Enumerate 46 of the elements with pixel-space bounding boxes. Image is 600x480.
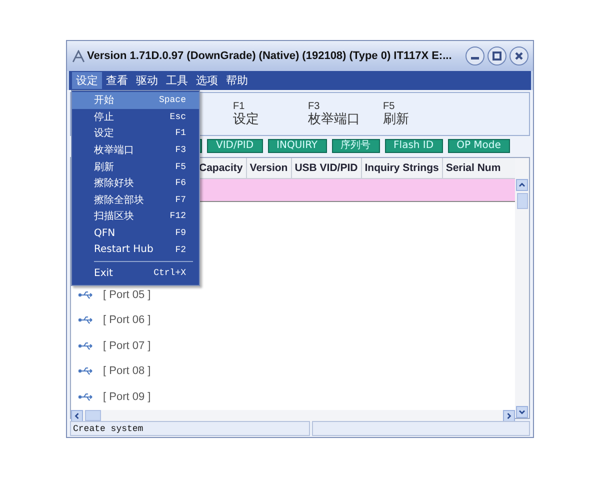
port-label: [ Port 06 ] bbox=[103, 314, 151, 326]
menu-item[interactable]: 开始 Space bbox=[72, 92, 199, 109]
minimize-button[interactable] bbox=[465, 46, 485, 66]
scroll-thumb[interactable] bbox=[516, 193, 528, 209]
menu-item[interactable]: Restart Hub F2 bbox=[72, 241, 199, 258]
toolbar-button[interactable]: F3 枚举端口 bbox=[308, 100, 383, 128]
column-header[interactable]: Version bbox=[246, 158, 291, 178]
menu-item[interactable]: 设定 F1 bbox=[72, 125, 199, 142]
scroll-right-icon[interactable] bbox=[503, 410, 515, 422]
scroll-up-icon[interactable] bbox=[516, 179, 528, 191]
scroll-left-icon[interactable] bbox=[71, 410, 83, 422]
toolbar-button[interactable]: F1 设定 bbox=[233, 100, 308, 128]
usb-icon bbox=[78, 290, 94, 300]
vertical-scrollbar[interactable] bbox=[515, 158, 529, 418]
port-label: [ Port 08 ] bbox=[103, 365, 151, 378]
menu-item[interactable]: QFN F9 bbox=[72, 224, 199, 242]
scroll-down-icon[interactable] bbox=[516, 406, 528, 418]
window-title: Version 1.71D.0.97 (DownGrade) (Native) (192108) (Type 0) IT117X E:... bbox=[87, 50, 453, 62]
usb-icon bbox=[78, 340, 94, 351]
menu-item[interactable]: 停止 Esc bbox=[72, 108, 199, 126]
menu-item[interactable]: 设定 bbox=[72, 72, 102, 89]
app-icon bbox=[72, 50, 85, 62]
menu-item[interactable]: Exit Ctrl+X bbox=[72, 264, 199, 282]
port-label: [ Port 05 ] bbox=[103, 288, 151, 301]
toolbar-button[interactable]: F5 刷新 bbox=[383, 100, 458, 128]
menu-item[interactable]: 查看 bbox=[102, 72, 132, 89]
usb-icon bbox=[78, 315, 94, 326]
column-header[interactable]: Serial Num bbox=[442, 158, 504, 178]
menu-item[interactable]: 擦除全部块 F7 bbox=[72, 192, 199, 208]
column-header[interactable]: USB VID/PID bbox=[290, 158, 361, 178]
column-header[interactable]: Inquiry Strings bbox=[360, 158, 442, 178]
close-button[interactable] bbox=[509, 46, 529, 66]
menu-item[interactable]: 帮助 bbox=[222, 72, 252, 89]
usb-icon bbox=[78, 366, 94, 376]
menu-item[interactable]: 枚举端口 F3 bbox=[72, 142, 199, 158]
maximize-button[interactable] bbox=[487, 46, 507, 66]
menu-item[interactable]: 工具 bbox=[162, 72, 192, 89]
menu-item[interactable]: 驱动 bbox=[132, 72, 162, 89]
port-label: [ Port 07 ] bbox=[103, 340, 151, 352]
horizontal-scrollbar[interactable] bbox=[71, 410, 515, 422]
menu-item[interactable]: 扫描区块 F12 bbox=[72, 208, 199, 225]
menu-item[interactable]: 选项 bbox=[192, 72, 222, 89]
status-text: Create system bbox=[70, 421, 310, 436]
port-label: [ Port 09 ] bbox=[103, 390, 151, 403]
usb-icon bbox=[78, 392, 94, 402]
scroll-thumb[interactable] bbox=[85, 410, 101, 421]
